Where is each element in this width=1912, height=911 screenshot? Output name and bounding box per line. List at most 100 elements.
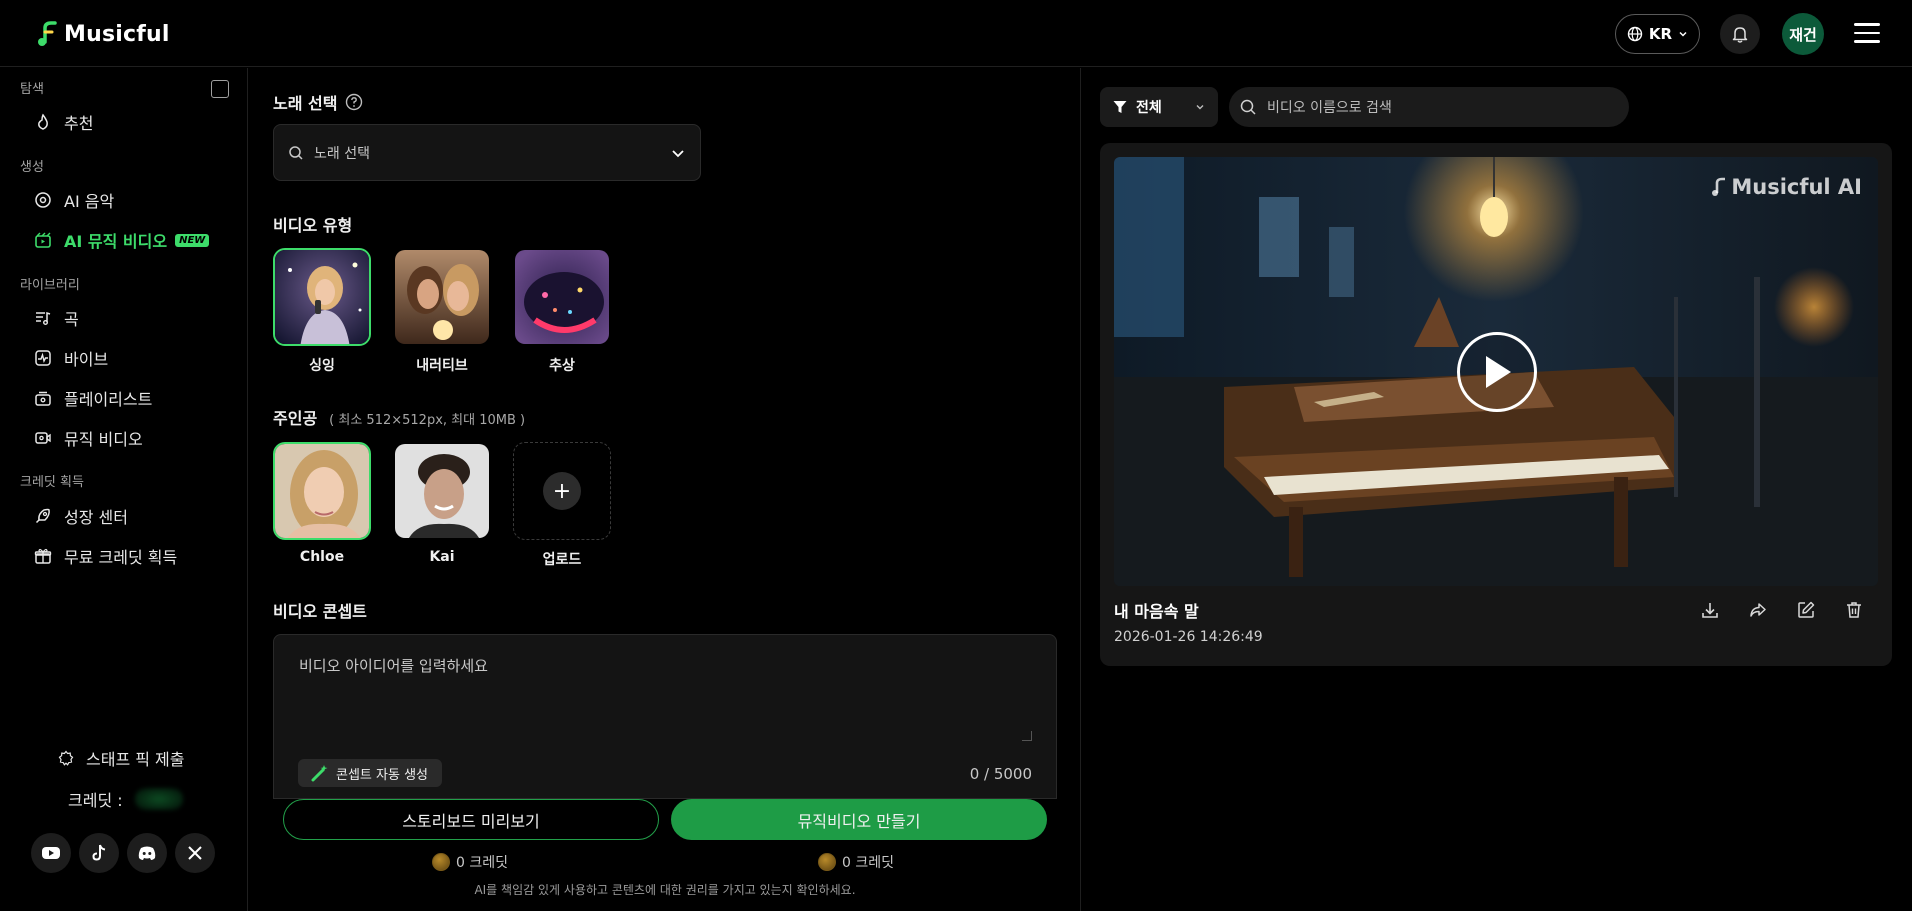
video-type-abstract[interactable] xyxy=(513,248,611,346)
kai-avatar xyxy=(395,444,489,538)
tiktok-icon xyxy=(92,844,106,861)
discord-link[interactable] xyxy=(127,833,167,873)
song-select-dropdown[interactable]: 노래 선택 xyxy=(273,124,701,181)
video-date: 2026-01-26 14:26:49 xyxy=(1114,629,1263,645)
search-icon xyxy=(1240,99,1256,115)
video-type-heading: 비디오 유형 xyxy=(273,216,353,235)
edit-button[interactable] xyxy=(1794,598,1818,622)
tiktok-link[interactable] xyxy=(79,833,119,873)
play-button[interactable] xyxy=(1457,332,1537,412)
video-type-narrative-label: 내러티브 xyxy=(416,358,468,374)
plus-icon: + xyxy=(543,472,581,510)
create-music-video-button[interactable]: 뮤직비디오 만들기 xyxy=(671,799,1047,840)
staff-pick-label: 스태프 픽 제출 xyxy=(86,750,185,769)
video-search-input[interactable]: 비디오 이름으로 검색 xyxy=(1229,87,1629,127)
sidebar-item-label: 성장 센터 xyxy=(64,508,128,527)
watermark: Musicful AI xyxy=(1711,175,1862,199)
video-concept-heading: 비디오 콘셉트 xyxy=(273,602,367,621)
coin-icon xyxy=(818,853,836,871)
sidebar-item-ai-music-video[interactable]: AI 뮤직 비디오 NEW xyxy=(34,228,210,252)
video-search-placeholder: 비디오 이름으로 검색 xyxy=(1267,100,1392,116)
video-player[interactable]: Musicful AI xyxy=(1114,157,1878,586)
abstract-thumbnail xyxy=(515,250,609,344)
sidebar-item-label: AI 음악 xyxy=(64,192,115,211)
resize-handle-icon[interactable] xyxy=(1022,731,1032,741)
sidebar-item-vibe[interactable]: 바이브 xyxy=(34,346,108,370)
badge-star-icon xyxy=(58,750,74,766)
video-type-abstract-label: 추상 xyxy=(549,358,575,374)
video-concept-placeholder: 비디오 아이디어를 입력하세요 xyxy=(299,657,488,675)
video-title: 내 마음속 말 xyxy=(1114,602,1199,621)
sidebar-item-free-credits[interactable]: 무료 크레딧 획득 xyxy=(34,544,177,568)
protagonist-label: 주인공 xyxy=(273,409,318,428)
sidebar-item-label: 무료 크레딧 획득 xyxy=(64,548,178,567)
storyboard-cost: 0 크레딧 xyxy=(432,852,508,872)
edit-icon xyxy=(1798,601,1815,618)
video-type-singing[interactable] xyxy=(273,248,371,346)
notifications-button[interactable] xyxy=(1720,14,1760,54)
video-card: Musicful AI 내 마음속 말 2026-01-26 14:26:49 xyxy=(1100,143,1892,666)
chevron-down-icon xyxy=(1679,31,1687,37)
play-icon xyxy=(1486,356,1511,388)
sidebar-item-growth-center[interactable]: 성장 센터 xyxy=(34,504,128,528)
protagonist-kai[interactable] xyxy=(393,442,491,540)
share-button[interactable] xyxy=(1746,598,1770,622)
song-select-heading: 노래 선택 xyxy=(273,90,363,114)
x-link[interactable] xyxy=(175,833,215,873)
discord-icon xyxy=(138,846,156,860)
song-select-label: 노래 선택 xyxy=(273,94,338,113)
sidebar-item-ai-music[interactable]: AI 음악 xyxy=(34,188,114,212)
video-concept-textarea[interactable]: 비디오 아이디어를 입력하세요 콘셉트 자동 생성 0 / 5000 xyxy=(273,634,1057,799)
video-filter-dropdown[interactable]: 전체 xyxy=(1100,87,1218,127)
sidebar-section-library: 라이브러리 xyxy=(20,278,80,293)
sidebar-item-recommended[interactable]: 추천 xyxy=(34,110,93,134)
sidebar-section-explore: 탐색 xyxy=(20,82,44,97)
protagonist-chloe-label: Chloe xyxy=(299,549,345,565)
staff-pick-submit[interactable]: 스태프 픽 제출 xyxy=(58,746,185,770)
filter-icon xyxy=(1113,101,1127,113)
sidebar-item-playlist[interactable]: 플레이리스트 xyxy=(34,386,152,410)
musicful-logo-icon xyxy=(1712,177,1726,196)
credits-value-hidden xyxy=(134,788,183,810)
sidebar-item-label: 곡 xyxy=(64,310,79,329)
auto-generate-concept-button[interactable]: 콘셉트 자동 생성 xyxy=(298,759,442,787)
video-type-narrative[interactable] xyxy=(393,248,491,346)
help-circle-icon[interactable] xyxy=(345,93,363,111)
flame-icon xyxy=(34,113,52,131)
sidebar: 탐색 추천 생성 AI 음악 AI 뮤직 비디오 NEW 라이브러리 곡 바이브 xyxy=(0,68,248,911)
disc-icon xyxy=(34,191,52,209)
hamburger-menu-button[interactable] xyxy=(1854,20,1880,46)
credits-display: 크레딧 : xyxy=(68,787,183,811)
protagonist-hint: ( 최소 512×512px, 최대 10MB ) xyxy=(329,413,526,428)
new-badge: NEW xyxy=(175,233,210,247)
sidebar-section-create: 생성 xyxy=(20,160,44,175)
share-icon xyxy=(1750,603,1766,617)
upload-protagonist-button[interactable]: + xyxy=(513,442,611,540)
sidebar-item-songs[interactable]: 곡 xyxy=(34,306,79,330)
youtube-icon xyxy=(42,847,60,859)
search-icon xyxy=(289,145,303,160)
ai-usage-disclaimer: AI를 책임감 있게 사용하고 콘텐츠에 대한 권리를 가지고 있는지 확인하세… xyxy=(474,883,856,897)
language-label: KR xyxy=(1648,25,1673,43)
sidebar-item-music-video[interactable]: 뮤직 비디오 xyxy=(34,426,143,450)
download-icon xyxy=(1702,603,1718,618)
logo[interactable]: Musicful xyxy=(36,20,170,48)
sidebar-item-label: 플레이리스트 xyxy=(64,390,153,409)
magic-wand-icon xyxy=(311,765,328,782)
youtube-link[interactable] xyxy=(31,833,71,873)
movie-icon xyxy=(34,429,52,447)
avatar[interactable]: 재건 xyxy=(1782,13,1824,55)
delete-button[interactable] xyxy=(1842,598,1866,622)
sidebar-collapse-icon[interactable] xyxy=(211,80,229,98)
storyboard-cost-label: 0 크레딧 xyxy=(456,855,508,871)
video-type-singing-label: 싱잉 xyxy=(309,358,335,374)
video-icon xyxy=(34,231,52,249)
sidebar-item-label: 뮤직 비디오 xyxy=(64,430,143,449)
sidebar-item-label: AI 뮤직 비디오 xyxy=(64,232,168,251)
download-button[interactable] xyxy=(1698,598,1722,622)
pulse-icon xyxy=(34,349,52,367)
protagonist-chloe[interactable] xyxy=(273,442,371,540)
language-selector[interactable]: KR xyxy=(1615,14,1700,54)
trash-icon xyxy=(1847,602,1861,618)
storyboard-preview-button[interactable]: 스토리보드 미리보기 xyxy=(283,799,659,840)
